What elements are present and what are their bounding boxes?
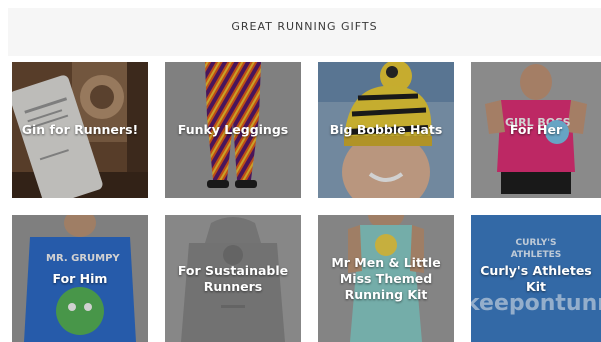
- category-tile-for-her[interactable]: GIRL BOSS For Her: [471, 62, 601, 198]
- tile-label: For Her: [509, 122, 563, 137]
- category-tile-mr-men[interactable]: Mr Men & Little Miss Themed Running Kit: [318, 215, 454, 342]
- tile-label: Gin for Runners!: [21, 122, 139, 137]
- category-tile-gin[interactable]: Gin for Runners!: [12, 62, 148, 198]
- category-tile-curlys-athletes[interactable]: CURLY'S ATHLETES keepontunnin Curly's At…: [471, 215, 601, 342]
- section-header: GREAT RUNNING GIFTS: [8, 8, 601, 56]
- category-tile-bobble-hats[interactable]: Big Bobble Hats: [318, 62, 454, 198]
- tile-label: For Sustainable Runners: [177, 262, 289, 294]
- section-title: GREAT RUNNING GIFTS: [231, 20, 378, 33]
- tile-label: Mr Men & Little Miss Themed Running Kit: [331, 254, 441, 302]
- category-tile-leggings[interactable]: Funky Leggings: [165, 62, 301, 198]
- tile-label: Funky Leggings: [177, 122, 289, 137]
- tile-label: For Him: [52, 270, 108, 286]
- tile-label: Big Bobble Hats: [329, 122, 443, 137]
- category-tile-sustainable[interactable]: For Sustainable Runners: [165, 215, 301, 342]
- running-gifts-page: GREAT RUNNING GIFTS Gin for Runners! Fun…: [0, 0, 601, 342]
- tile-label: Curly's Athletes Kit: [480, 262, 592, 294]
- category-tile-for-him[interactable]: MR. GRUMPY For Him: [12, 215, 148, 342]
